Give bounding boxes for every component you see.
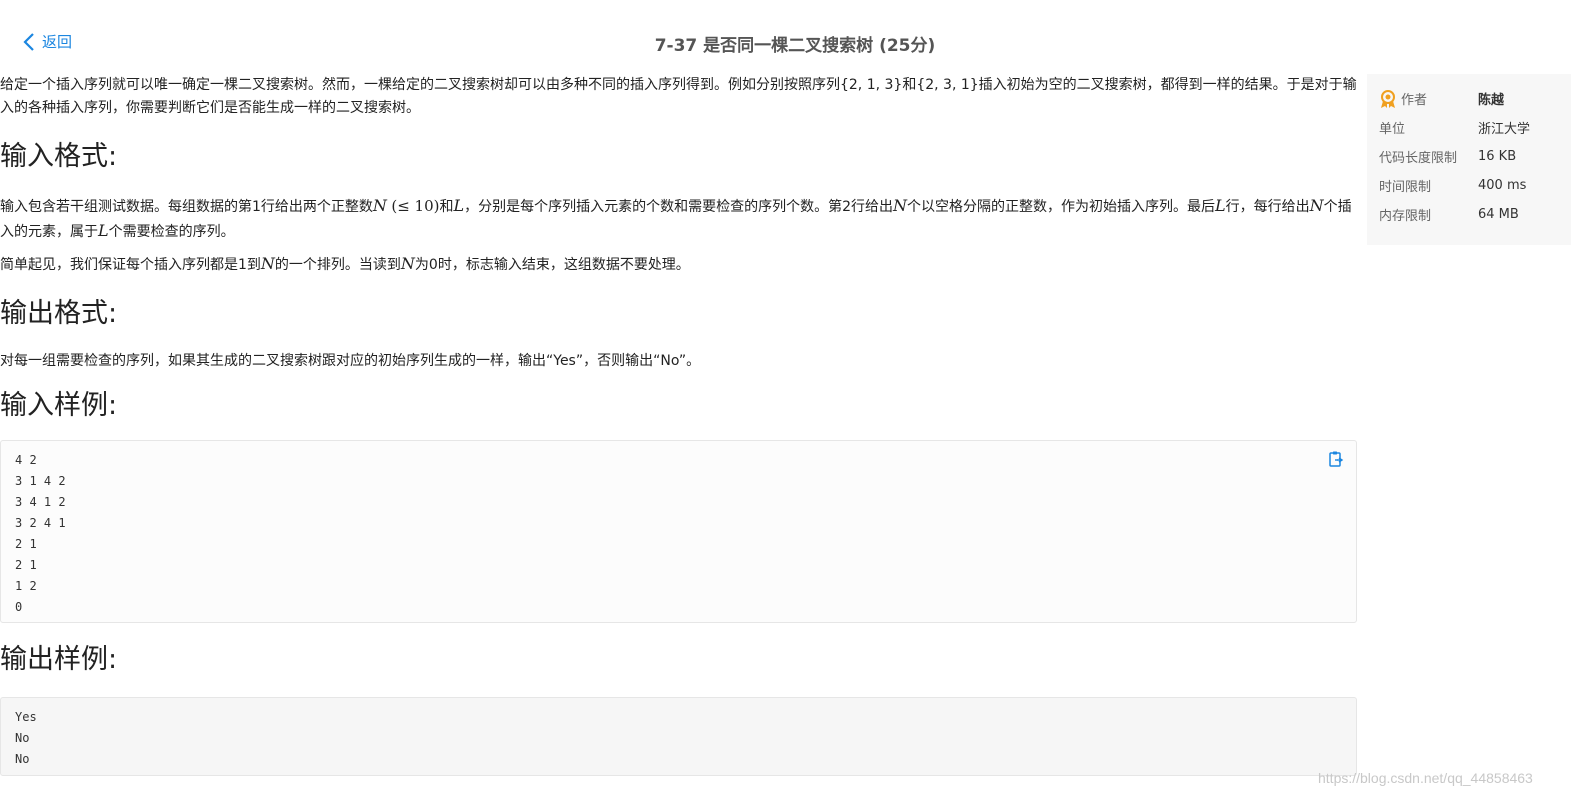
math-var-n: N: [372, 196, 387, 215]
math-var-n: N: [893, 196, 908, 215]
sample-output-lines: Yes No No: [15, 707, 1342, 770]
problem-page: 返回 7-37 是否同一棵二叉搜索树 (25分) 给定一个插入序列就可以唯一确定…: [0, 0, 1571, 802]
code-line: 3 4 1 2: [15, 495, 66, 509]
code-line: 4 2: [15, 453, 37, 467]
math-var-l: L: [98, 221, 109, 240]
code-line: 3 2 4 1: [15, 516, 66, 530]
sample-input-heading: 输入样例:: [0, 390, 118, 421]
unit-value: 浙江大学: [1478, 122, 1531, 137]
code-line: Yes: [15, 710, 37, 724]
back-label: 返回: [42, 33, 73, 51]
info-row-author: 作者 陈越: [1379, 84, 1559, 113]
code-line: 3 1 4 2: [15, 474, 66, 488]
award-icon: [1381, 89, 1395, 108]
problem-info-panel: 作者 陈越 单位 浙江大学 代码长度限制 16 KB 时间限制 400 ms 内…: [1367, 74, 1571, 245]
info-label: 作者: [1379, 89, 1478, 109]
sample-output-heading: 输出样例:: [0, 644, 118, 675]
math-var-n: N: [400, 254, 415, 273]
code-limit-label: 代码长度限制: [1379, 151, 1458, 166]
info-row-code-limit: 代码长度限制 16 KB: [1379, 142, 1559, 171]
output-format-text: 对每一组需要检查的序列，如果其生成的二叉搜索树跟对应的初始序列生成的一样，输出“…: [0, 353, 701, 369]
math-var-l: L: [1215, 196, 1226, 215]
author-value: 陈越: [1478, 93, 1505, 108]
info-row-memory-limit: 内存限制 64 MB: [1379, 200, 1559, 229]
text-segment: 简单起见，我们保证每个插入序列都是1到: [0, 257, 261, 273]
memory-limit-value: 64 MB: [1478, 207, 1519, 222]
math-condition: (≤ 10): [391, 197, 440, 215]
back-button[interactable]: 返回: [22, 31, 72, 52]
math-var-n: N: [260, 254, 275, 273]
input-format-heading: 输入格式:: [0, 141, 118, 172]
input-format-paragraph-1: 输入包含若干组测试数据。每组数据的第1行给出两个正整数N (≤ 10)和L，分别…: [0, 194, 1358, 244]
text-segment: 个以空格分隔的正整数，作为初始插入序列。最后: [907, 199, 1216, 215]
page-title: 7-37 是否同一棵二叉搜索树 (25分): [654, 36, 936, 56]
text-segment: 个需要检查的序列。: [108, 224, 235, 240]
text-segment: 为0时，标志输入结束，这组数据不要处理。: [414, 257, 690, 273]
code-line: 2 1: [15, 537, 37, 551]
info-row-time-limit: 时间限制 400 ms: [1379, 171, 1559, 200]
problem-content: 给定一个插入序列就可以唯一确定一棵二叉搜索树。然而，一棵给定的二叉搜索树却可以由…: [0, 74, 1358, 776]
code-limit-value: 16 KB: [1478, 149, 1517, 164]
code-line: No: [15, 752, 30, 766]
input-format-paragraph-2: 简单起见，我们保证每个插入序列都是1到N的一个排列。当读到N为0时，标志输入结束…: [0, 252, 1358, 277]
math-var-l: L: [453, 196, 465, 215]
text-segment: ，分别是每个序列插入元素的个数和需要检查的序列个数。第2行给出: [464, 199, 894, 215]
code-line: 0: [15, 600, 23, 614]
text-segment: 和: [439, 199, 454, 215]
sample-input-box: 4 2 3 1 4 2 3 4 1 2 3 2 4 1 2 1 2 1 1 2 0: [0, 440, 1357, 623]
math-var-n: N: [1309, 196, 1324, 215]
time-limit-label: 时间限制: [1379, 180, 1432, 195]
text-segment: 输入包含若干组测试数据。每组数据的第1行给出两个正整数: [0, 199, 373, 215]
author-label: 作者: [1401, 93, 1428, 108]
info-row-unit: 单位 浙江大学: [1379, 113, 1559, 142]
unit-label: 单位: [1379, 122, 1406, 137]
chevron-left-icon: [23, 32, 34, 51]
output-format-heading: 输出格式:: [0, 298, 118, 329]
watermark: https://blog.csdn.net/qq_44858463: [1318, 770, 1533, 786]
text-segment: 的一个排列。当读到: [274, 257, 401, 273]
code-line: No: [15, 731, 30, 745]
time-limit-value: 400 ms: [1478, 178, 1527, 193]
text-segment: 行，每行给出: [1225, 199, 1310, 215]
problem-intro: 给定一个插入序列就可以唯一确定一棵二叉搜索树。然而，一棵给定的二叉搜索树却可以由…: [0, 77, 1357, 116]
code-line: 1 2: [15, 579, 37, 593]
sample-input-lines: 4 2 3 1 4 2 3 4 1 2 3 2 4 1 2 1 2 1 1 2 0: [15, 450, 1342, 618]
code-line: 2 1: [15, 558, 37, 572]
copy-icon[interactable]: [1327, 450, 1345, 468]
memory-limit-label: 内存限制: [1379, 209, 1432, 224]
sample-output-box: Yes No No: [0, 697, 1357, 776]
